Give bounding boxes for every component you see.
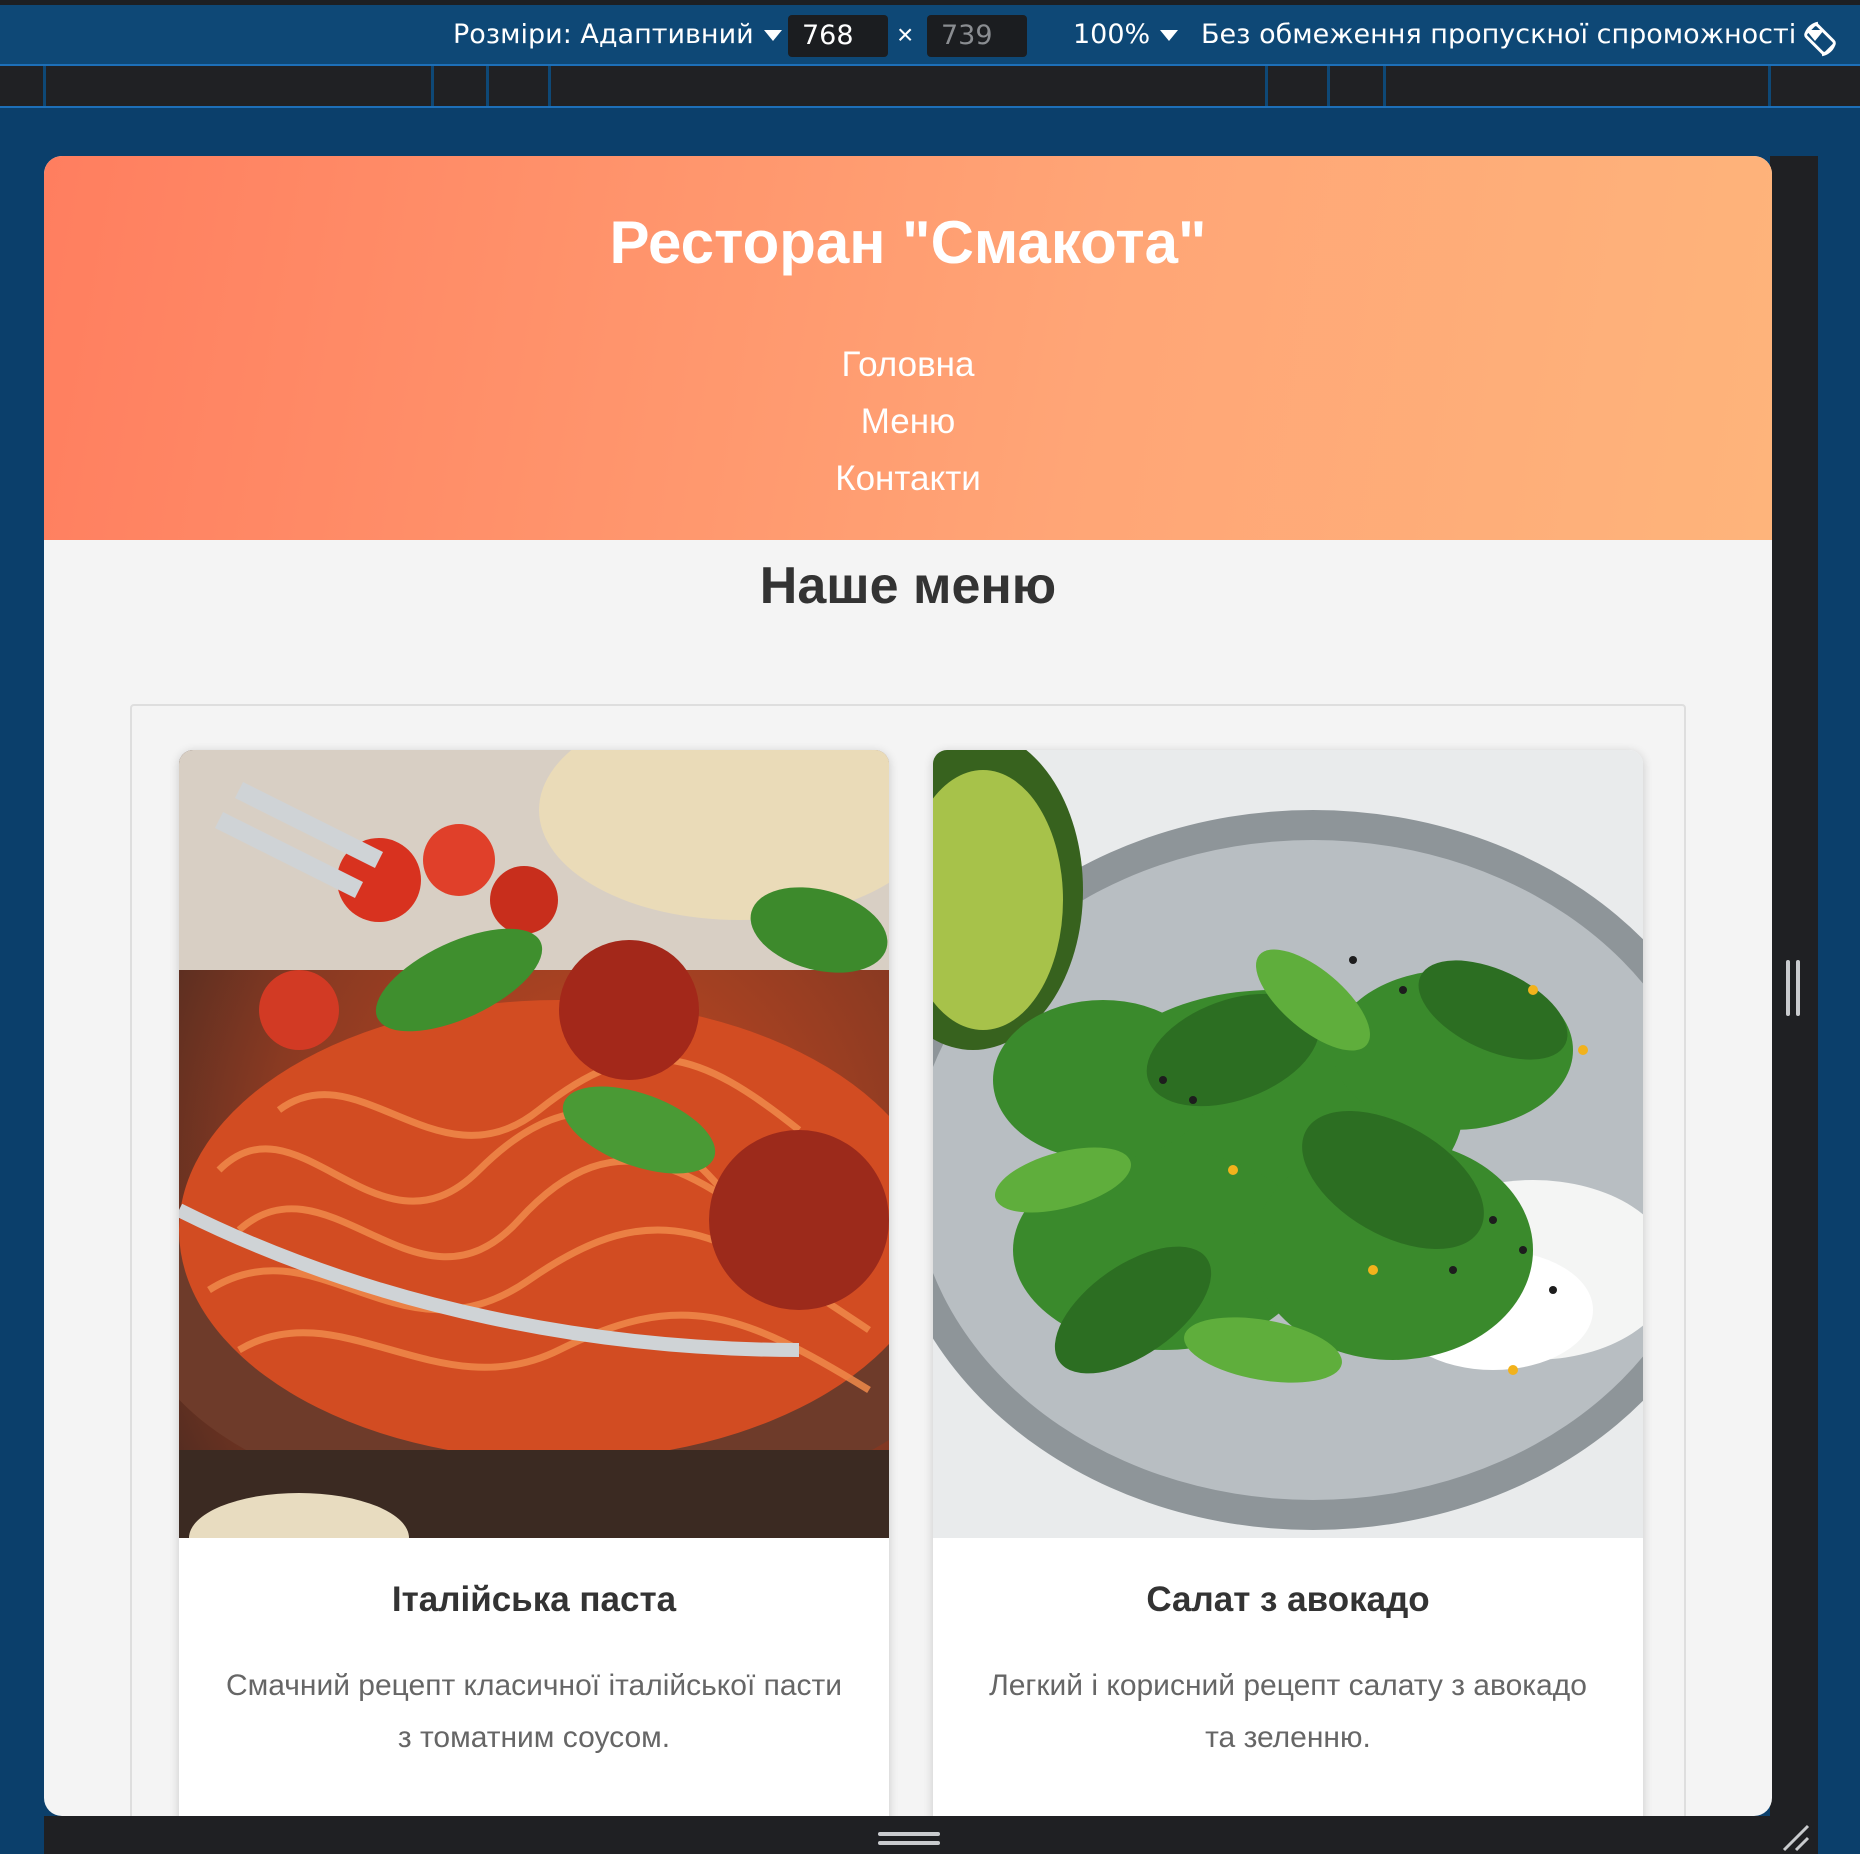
caret-down-icon xyxy=(763,30,782,41)
zoom-label: 100% xyxy=(1073,19,1151,50)
nav-link-contacts[interactable]: Контакти xyxy=(44,450,1772,507)
zoom-dropdown[interactable]: 100% xyxy=(1073,19,1179,50)
site-nav: Головна Меню Контакти xyxy=(44,336,1772,507)
emulated-viewport: Ресторан "Смакота" Головна Меню Контакти… xyxy=(44,156,1772,1816)
device-toolbar: Розміри: Адаптивний 768 × 739 100% Без о… xyxy=(0,0,1860,66)
caret-down-icon xyxy=(1160,30,1179,41)
resize-corner-icon[interactable] xyxy=(1780,1822,1810,1852)
nav-link-home[interactable]: Головна xyxy=(44,336,1772,393)
card-description: Смачний рецепт класичної італійської пас… xyxy=(225,1669,843,1754)
card-title: Салат з авокадо xyxy=(1146,1580,1430,1619)
resize-handle-bottom[interactable] xyxy=(878,1832,940,1848)
card-description: Легкий і корисний рецепт салату з авокад… xyxy=(989,1669,1587,1754)
site-title: Ресторан "Смакота" xyxy=(609,209,1207,276)
salad-image xyxy=(933,750,1643,1538)
nav-link-menu[interactable]: Меню xyxy=(44,393,1772,450)
pasta-image xyxy=(179,750,889,1538)
menu-heading: Наше меню xyxy=(759,557,1057,615)
site-header: Ресторан "Смакота" Головна Меню Контакти xyxy=(44,156,1772,540)
menu-card[interactable]: Італійська паста Смачний рецепт класично… xyxy=(179,750,889,1816)
times-sign: × xyxy=(897,19,914,50)
dimensions-label: Розміри: Адаптивний xyxy=(453,19,754,50)
rotate-icon[interactable] xyxy=(1800,19,1840,59)
card-title: Італійська паста xyxy=(391,1580,677,1619)
width-input[interactable]: 768 xyxy=(788,15,888,57)
throttling-dropdown[interactable]: Без обмеження пропускної спроможності xyxy=(1201,19,1825,50)
media-query-ruler[interactable] xyxy=(0,66,1860,108)
throttling-label: Без обмеження пропускної спроможності xyxy=(1201,19,1797,50)
resize-handle-right[interactable] xyxy=(1786,960,1802,1016)
dimensions-dropdown[interactable]: Розміри: Адаптивний xyxy=(453,19,782,50)
height-input[interactable]: 739 xyxy=(927,15,1027,57)
menu-card[interactable]: Салат з авокадо Легкий і корисний рецепт… xyxy=(933,750,1643,1816)
